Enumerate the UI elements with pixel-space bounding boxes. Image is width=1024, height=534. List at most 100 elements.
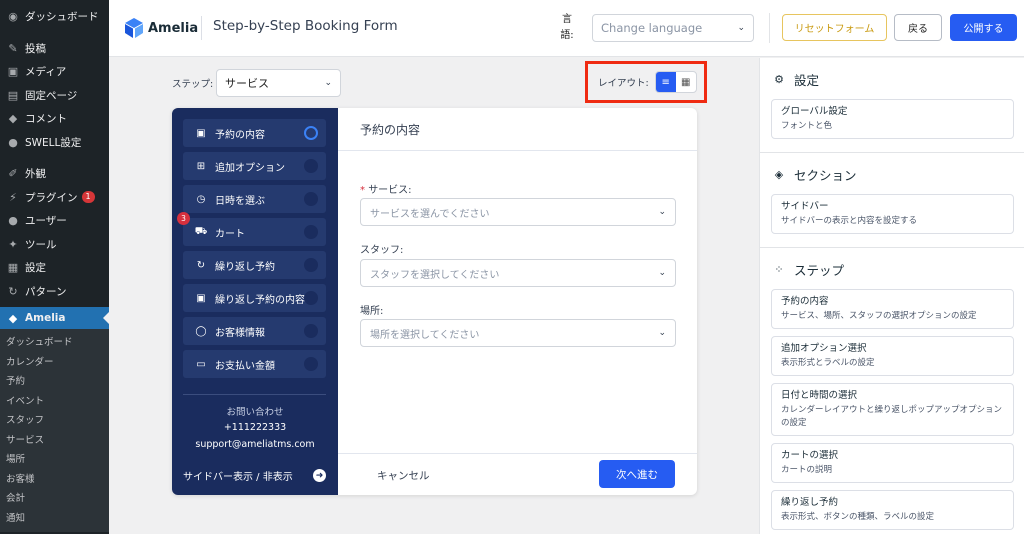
submenu-item[interactable]: 予約 — [0, 372, 109, 392]
service-select[interactable]: サービスを選んでください ⌄ — [360, 198, 676, 226]
location-select[interactable]: 場所を選択してください ⌄ — [360, 319, 676, 347]
step-status-indicator — [304, 324, 318, 338]
cancel-button[interactable]: キャンセル — [377, 468, 430, 483]
wp-menu-amelia[interactable]: ◆ Amelia — [0, 307, 109, 329]
wp-menu-appearance[interactable]: ✐ 外観 — [0, 162, 109, 186]
wp-menu-pages[interactable]: ▤ 固定ページ — [0, 84, 109, 108]
cart-icon: ⛟ — [194, 225, 208, 237]
sidebar-toggle[interactable]: サイドバー表示 / 非表示 ➜ — [183, 468, 326, 483]
page-title: Step-by-Step Booking Form — [213, 18, 398, 34]
booking-form-preview: ▣ 予約の内容 ⊞ 追加オプション ◷ 日時を選ぶ 3 ⛟ カート ↻ 繰り返し予約 ▣ 繰り… — [172, 108, 697, 495]
clock-calendar-icon: ◷ — [196, 193, 206, 205]
location-select-placeholder: 場所を選択してください — [370, 329, 480, 341]
card-title: 日付と時間の選択 — [781, 390, 858, 401]
submenu-item[interactable]: お客様 — [0, 470, 109, 490]
submenu-item[interactable]: 会計 — [0, 489, 109, 509]
step-label: ステップ: — [172, 79, 214, 90]
step-label: お支払い金額 — [215, 360, 275, 372]
wp-menu-media[interactable]: ▣ メディア — [0, 60, 109, 84]
card-description: カートの説明 — [781, 465, 833, 475]
gear-icon: ⚙ — [774, 73, 784, 86]
step-settings-card[interactable]: 追加オプション選択 表示形式とラベルの設定 — [771, 336, 1014, 376]
contact-phone: +111222333 — [223, 422, 287, 433]
repeat-calendar-icon: ↻ — [196, 259, 206, 271]
card-title: 予約の内容 — [781, 296, 829, 307]
step-item[interactable]: ▣ 繰り返し予約の内容 — [183, 284, 326, 312]
submenu-item[interactable]: サービス — [0, 431, 109, 451]
staff-select-placeholder: スタッフを選択してください — [370, 269, 500, 281]
location-field-label: 場所: — [360, 306, 384, 317]
swell-icon: ● — [8, 135, 18, 149]
comment-icon: ◆ — [8, 112, 18, 126]
reset-form-button[interactable]: リセットフォーム — [782, 14, 887, 41]
logo-text: Amelia — [148, 20, 199, 36]
step-settings-card[interactable]: カートの選択 カートの説明 — [771, 443, 1014, 483]
next-button[interactable]: 次へ進む — [599, 460, 675, 488]
preview-canvas: ステップ: サービス ⌄ レイアウト: ≡ ▦ ▣ 予約の内容 ⊞ 追加オプション … — [109, 58, 759, 534]
divider — [769, 13, 770, 43]
divider — [760, 152, 1024, 153]
language-select-value: Change language — [601, 21, 703, 35]
layout-list-button[interactable]: ≡ — [655, 72, 676, 92]
submenu-item[interactable]: ダッシュボード — [0, 333, 109, 353]
step-status-indicator — [304, 258, 318, 272]
layout-grid-button[interactable]: ▦ — [676, 72, 696, 92]
step-settings-card[interactable]: 日付と時間の選択 カレンダーレイアウトと繰り返しポップアップオプションの設定 — [771, 383, 1014, 436]
step-status-indicator — [304, 126, 318, 140]
language-select[interactable]: Change language ⌄ — [592, 14, 754, 42]
step-label: 予約の内容 — [215, 129, 265, 141]
step-settings-card[interactable]: 繰り返し予約 表示形式、ボタンの種類、ラベルの設定 — [771, 490, 1014, 530]
step-item[interactable]: ◯ お客様情報 — [183, 317, 326, 345]
divider — [183, 394, 326, 395]
card-title: 繰り返し予約 — [781, 497, 839, 508]
publish-button[interactable]: 公開する — [950, 14, 1017, 41]
step-item[interactable]: ▣ 予約の内容 — [183, 119, 326, 147]
wp-menu-dashboard[interactable]: ◉ ダッシュボード — [0, 5, 109, 29]
back-button[interactable]: 戻る — [894, 14, 942, 41]
sections-heading: ◈ セクション — [772, 165, 857, 184]
step-item[interactable]: ▭ お支払い金額 — [183, 350, 326, 378]
step-item[interactable]: ◷ 日時を選ぶ — [183, 185, 326, 213]
layout-highlight-box: レイアウト: ≡ ▦ — [585, 61, 707, 103]
media-icon: ▣ — [7, 65, 19, 79]
card-description: カレンダーレイアウトと繰り返しポップアップオプションの設定 — [781, 405, 1003, 428]
submenu-item[interactable]: スタッフ — [0, 411, 109, 431]
amelia-logo-icon: ◆ — [8, 311, 18, 325]
step-item[interactable]: ↻ 繰り返し予約 — [183, 251, 326, 279]
pin-icon: ✎ — [8, 41, 18, 55]
step-item[interactable]: 3 ⛟ カート — [177, 212, 326, 246]
wp-menu-settings[interactable]: ▦ 設定 — [0, 256, 109, 280]
card-icon: ▭ — [196, 358, 206, 370]
step-item[interactable]: ⊞ 追加オプション — [183, 152, 326, 180]
step-label: 繰り返し予約の内容 — [215, 294, 305, 306]
wp-menu-swell[interactable]: ● SWELL設定 — [0, 131, 109, 155]
form-footer: キャンセル 次へ進む — [338, 453, 697, 495]
wp-menu-tools[interactable]: ✦ ツール — [0, 233, 109, 257]
staff-field-label: スタッフ: — [360, 245, 404, 256]
global-settings-card[interactable]: グローバル設定 フォントと色 — [771, 99, 1014, 139]
submenu-item[interactable]: イベント — [0, 392, 109, 412]
step-label: お客様情報 — [215, 327, 265, 339]
wp-menu-posts[interactable]: ✎ 投稿 — [0, 37, 109, 61]
arrow-right-icon: ➜ — [313, 469, 326, 482]
steps-icon: ⁘ — [774, 263, 784, 276]
submenu-item[interactable]: カレンダー — [0, 353, 109, 373]
submenu-item[interactable]: 場所 — [0, 450, 109, 470]
service-field-label: * サービス: — [360, 185, 412, 196]
wp-menu-comments[interactable]: ◆ コメント — [0, 107, 109, 131]
wp-menu-users[interactable]: ● ユーザー — [0, 209, 109, 233]
wp-menu-plugins[interactable]: ⚡ プラグイン 1 — [0, 186, 109, 210]
wp-menu-patterns[interactable]: ↻ パターン — [0, 280, 109, 304]
language-label: 言語: — [560, 14, 574, 41]
service-select-placeholder: サービスを選んでください — [370, 208, 490, 220]
staff-select[interactable]: スタッフを選択してください ⌄ — [360, 259, 676, 287]
card-title: カートの選択 — [781, 450, 839, 461]
steps-heading: ⁘ ステップ — [772, 260, 844, 279]
user-icon: ● — [8, 214, 18, 228]
step-settings-card[interactable]: 予約の内容 サービス、場所、スタッフの選択オプションの設定 — [771, 289, 1014, 329]
card-title: 追加オプション選択 — [781, 343, 867, 354]
required-marker: * — [360, 185, 369, 196]
submenu-item[interactable]: 通知 — [0, 509, 109, 529]
sidebar-settings-card[interactable]: サイドバー サイドバーの表示と内容を設定する — [771, 194, 1014, 234]
step-select[interactable]: サービス ⌄ — [216, 69, 341, 97]
